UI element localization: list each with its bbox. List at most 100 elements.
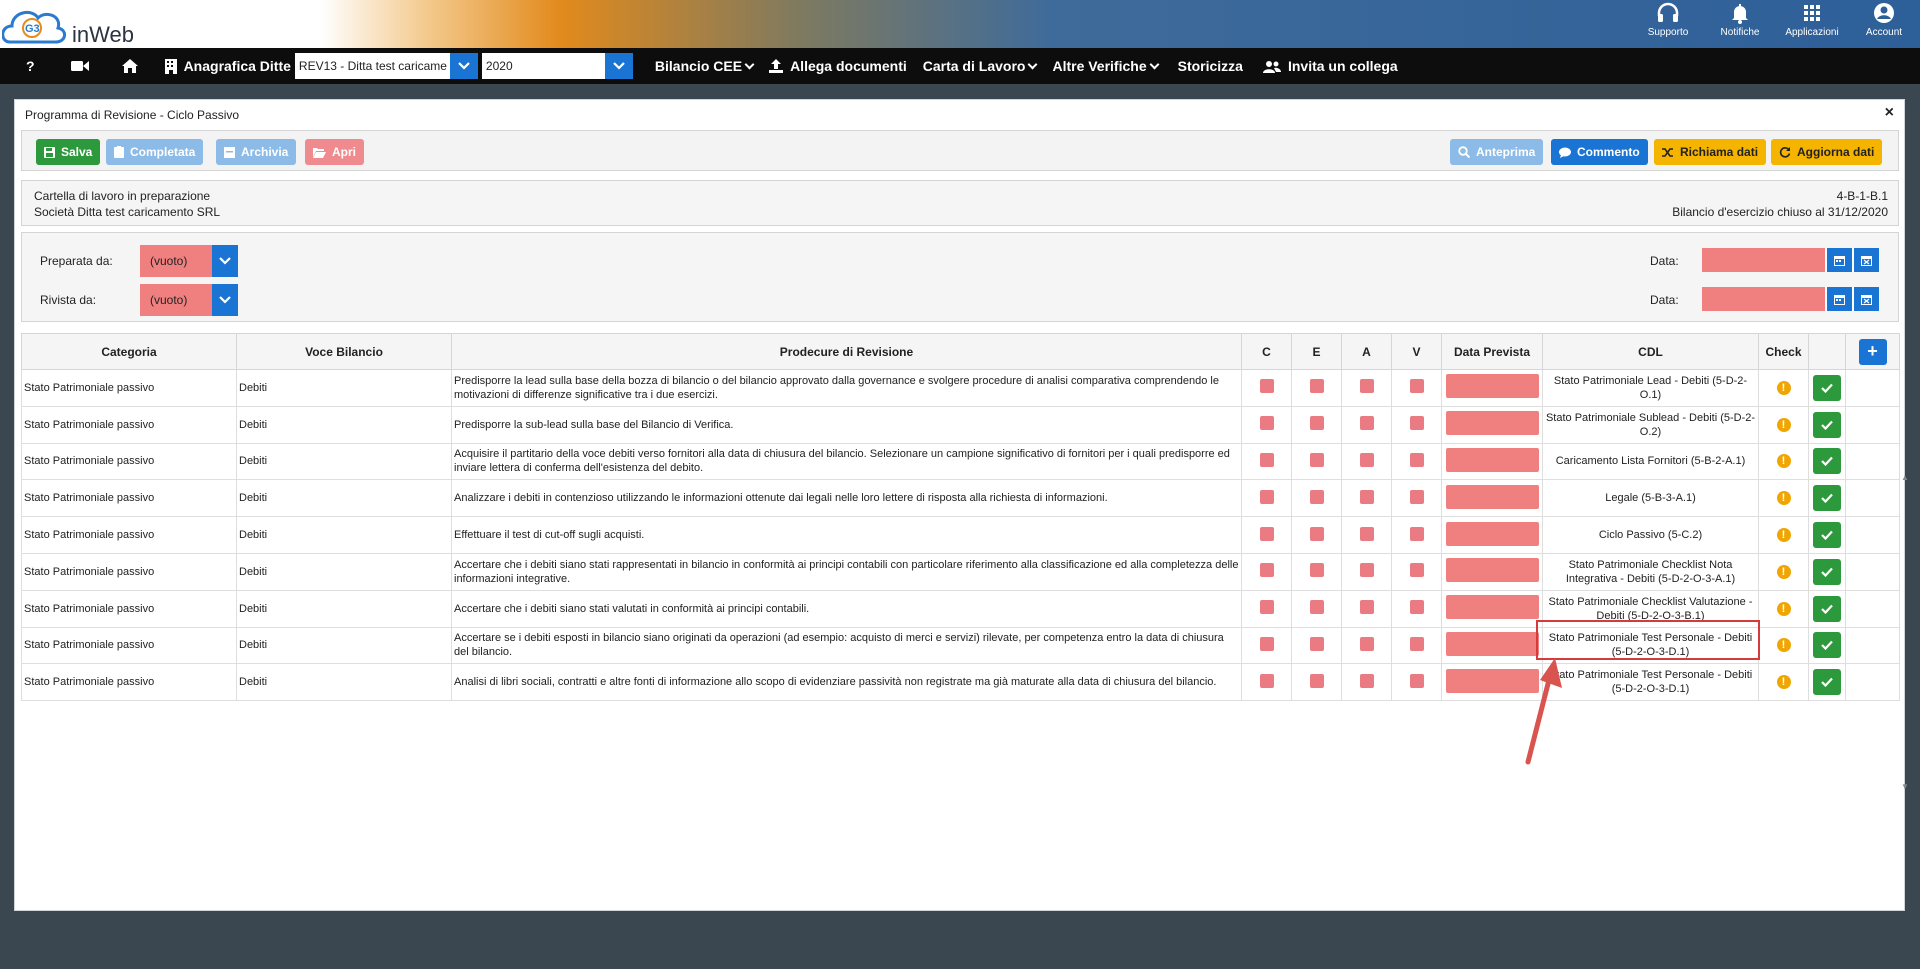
c-checkbox[interactable] <box>1259 526 1274 541</box>
allega-documenti-button[interactable]: Allega documenti <box>761 48 915 84</box>
calendar-button[interactable] <box>1825 287 1852 311</box>
a-checkbox[interactable] <box>1359 563 1374 578</box>
e-checkbox[interactable] <box>1309 416 1324 431</box>
applicazioni-button[interactable]: Applicazioni <box>1776 0 1848 48</box>
supporto-button[interactable]: Supporto <box>1632 0 1704 48</box>
anagrafica-ditte-button[interactable]: Anagrafica Ditte <box>157 48 295 84</box>
data-prevista-input[interactable] <box>1445 411 1539 436</box>
completata-button[interactable]: Completata <box>106 139 204 165</box>
c-checkbox[interactable] <box>1259 636 1274 651</box>
warning-icon[interactable]: ! <box>1776 528 1791 543</box>
e-checkbox[interactable] <box>1309 379 1324 394</box>
c-checkbox[interactable] <box>1259 600 1274 615</box>
data-prevista-input[interactable] <box>1445 521 1539 546</box>
e-checkbox[interactable] <box>1309 636 1324 651</box>
col-check[interactable]: Check <box>1758 333 1809 370</box>
v-checkbox[interactable] <box>1409 673 1424 688</box>
c-checkbox[interactable] <box>1259 489 1274 504</box>
e-checkbox[interactable] <box>1309 600 1324 615</box>
a-checkbox[interactable] <box>1359 379 1374 394</box>
preparata-select[interactable]: (vuoto) <box>140 245 238 277</box>
bilancio-cee-menu[interactable]: Bilancio CEE <box>647 48 761 84</box>
col-procedure[interactable]: Prodecure di Revisione <box>451 333 1242 370</box>
warning-icon[interactable]: ! <box>1776 454 1791 469</box>
v-checkbox[interactable] <box>1409 416 1424 431</box>
salva-button[interactable]: Salva <box>36 139 101 165</box>
video-button[interactable] <box>57 48 110 84</box>
confirm-button[interactable] <box>1813 558 1841 585</box>
altre-verifiche-menu[interactable]: Altre Verifiche <box>1044 48 1165 84</box>
anteprima-button[interactable]: Anteprima <box>1450 139 1544 165</box>
rivista-value[interactable]: (vuoto) <box>140 284 212 316</box>
v-checkbox[interactable] <box>1409 600 1424 615</box>
e-checkbox[interactable] <box>1309 452 1324 467</box>
preparata-value[interactable]: (vuoto) <box>140 245 212 277</box>
warning-icon[interactable]: ! <box>1776 675 1791 690</box>
year-select-value[interactable]: 2020 <box>481 53 605 79</box>
calendar-clear-button[interactable] <box>1852 248 1879 272</box>
data-rivista-field[interactable] <box>1702 287 1879 311</box>
cdl-link[interactable]: Stato Patrimoniale Checklist Valutazione… <box>1542 589 1759 628</box>
data-prevista-input[interactable] <box>1445 374 1539 399</box>
add-row-button[interactable]: + <box>1858 338 1887 365</box>
scroll-down-arrow[interactable]: ▼ <box>1901 782 1909 791</box>
rivista-toggle[interactable] <box>212 284 238 316</box>
warning-icon[interactable]: ! <box>1776 601 1791 616</box>
c-checkbox[interactable] <box>1259 673 1274 688</box>
carta-di-lavoro-menu[interactable]: Carta di Lavoro <box>915 48 1045 84</box>
cdl-link[interactable]: Stato Patrimoniale Test Personale - Debi… <box>1542 626 1759 665</box>
col-data-prevista[interactable]: Data Prevista <box>1441 333 1543 370</box>
warning-icon[interactable]: ! <box>1776 491 1791 506</box>
confirm-button[interactable] <box>1813 669 1841 696</box>
notifiche-button[interactable]: Notifiche <box>1704 0 1776 48</box>
e-checkbox[interactable] <box>1309 526 1324 541</box>
v-checkbox[interactable] <box>1409 379 1424 394</box>
close-button[interactable]: × <box>1885 104 1894 122</box>
e-checkbox[interactable] <box>1309 489 1324 504</box>
e-checkbox[interactable] <box>1309 563 1324 578</box>
scroll-up-arrow[interactable]: ▲ <box>1901 473 1909 482</box>
confirm-button[interactable] <box>1813 411 1841 438</box>
col-e[interactable]: E <box>1291 333 1342 370</box>
data-prevista-input[interactable] <box>1445 558 1539 583</box>
a-checkbox[interactable] <box>1359 636 1374 651</box>
v-checkbox[interactable] <box>1409 636 1424 651</box>
preparata-toggle[interactable] <box>212 245 238 277</box>
c-checkbox[interactable] <box>1259 563 1274 578</box>
archivia-button[interactable]: Archivia <box>216 139 297 165</box>
company-select-value[interactable]: REV13 - Ditta test caricame <box>294 53 450 79</box>
calendar-button[interactable] <box>1825 248 1852 272</box>
storicizza-button[interactable]: Storicizza <box>1166 48 1255 84</box>
v-checkbox[interactable] <box>1409 563 1424 578</box>
a-checkbox[interactable] <box>1359 416 1374 431</box>
warning-icon[interactable]: ! <box>1776 638 1791 653</box>
aggiorna-dati-button[interactable]: Aggiorna dati <box>1771 139 1883 165</box>
year-select[interactable]: 2020 <box>481 53 633 79</box>
col-cdl[interactable]: CDL <box>1542 333 1759 370</box>
confirm-button[interactable] <box>1813 522 1841 549</box>
e-checkbox[interactable] <box>1309 673 1324 688</box>
data-rivista-input[interactable] <box>1702 287 1825 311</box>
rivista-select[interactable]: (vuoto) <box>140 284 238 316</box>
col-voce-bilancio[interactable]: Voce Bilancio <box>236 333 452 370</box>
c-checkbox[interactable] <box>1259 452 1274 467</box>
data-prevista-input[interactable] <box>1445 447 1539 472</box>
apri-button[interactable]: Apri <box>305 139 364 165</box>
v-checkbox[interactable] <box>1409 526 1424 541</box>
confirm-button[interactable] <box>1813 485 1841 512</box>
confirm-button[interactable] <box>1813 632 1841 659</box>
col-v[interactable]: V <box>1391 333 1442 370</box>
a-checkbox[interactable] <box>1359 673 1374 688</box>
cdl-link[interactable]: Stato Patrimoniale Test Personale - Debi… <box>1542 663 1759 702</box>
company-select[interactable]: REV13 - Ditta test caricame <box>294 53 478 79</box>
richiama-dati-button[interactable]: Richiama dati <box>1654 139 1767 165</box>
home-button[interactable] <box>110 48 157 84</box>
cdl-link[interactable]: Legale (5-B-3-A.1) <box>1542 479 1759 518</box>
warning-icon[interactable]: ! <box>1776 564 1791 579</box>
cdl-link[interactable]: Caricamento Lista Fornitori (5-B-2-A.1) <box>1542 442 1759 481</box>
col-categoria[interactable]: Categoria <box>21 333 237 370</box>
confirm-button[interactable] <box>1813 595 1841 622</box>
commento-button[interactable]: Commento <box>1551 139 1648 165</box>
confirm-button[interactable] <box>1813 374 1841 401</box>
cdl-link[interactable]: Stato Patrimoniale Checklist Nota Integr… <box>1542 552 1759 591</box>
